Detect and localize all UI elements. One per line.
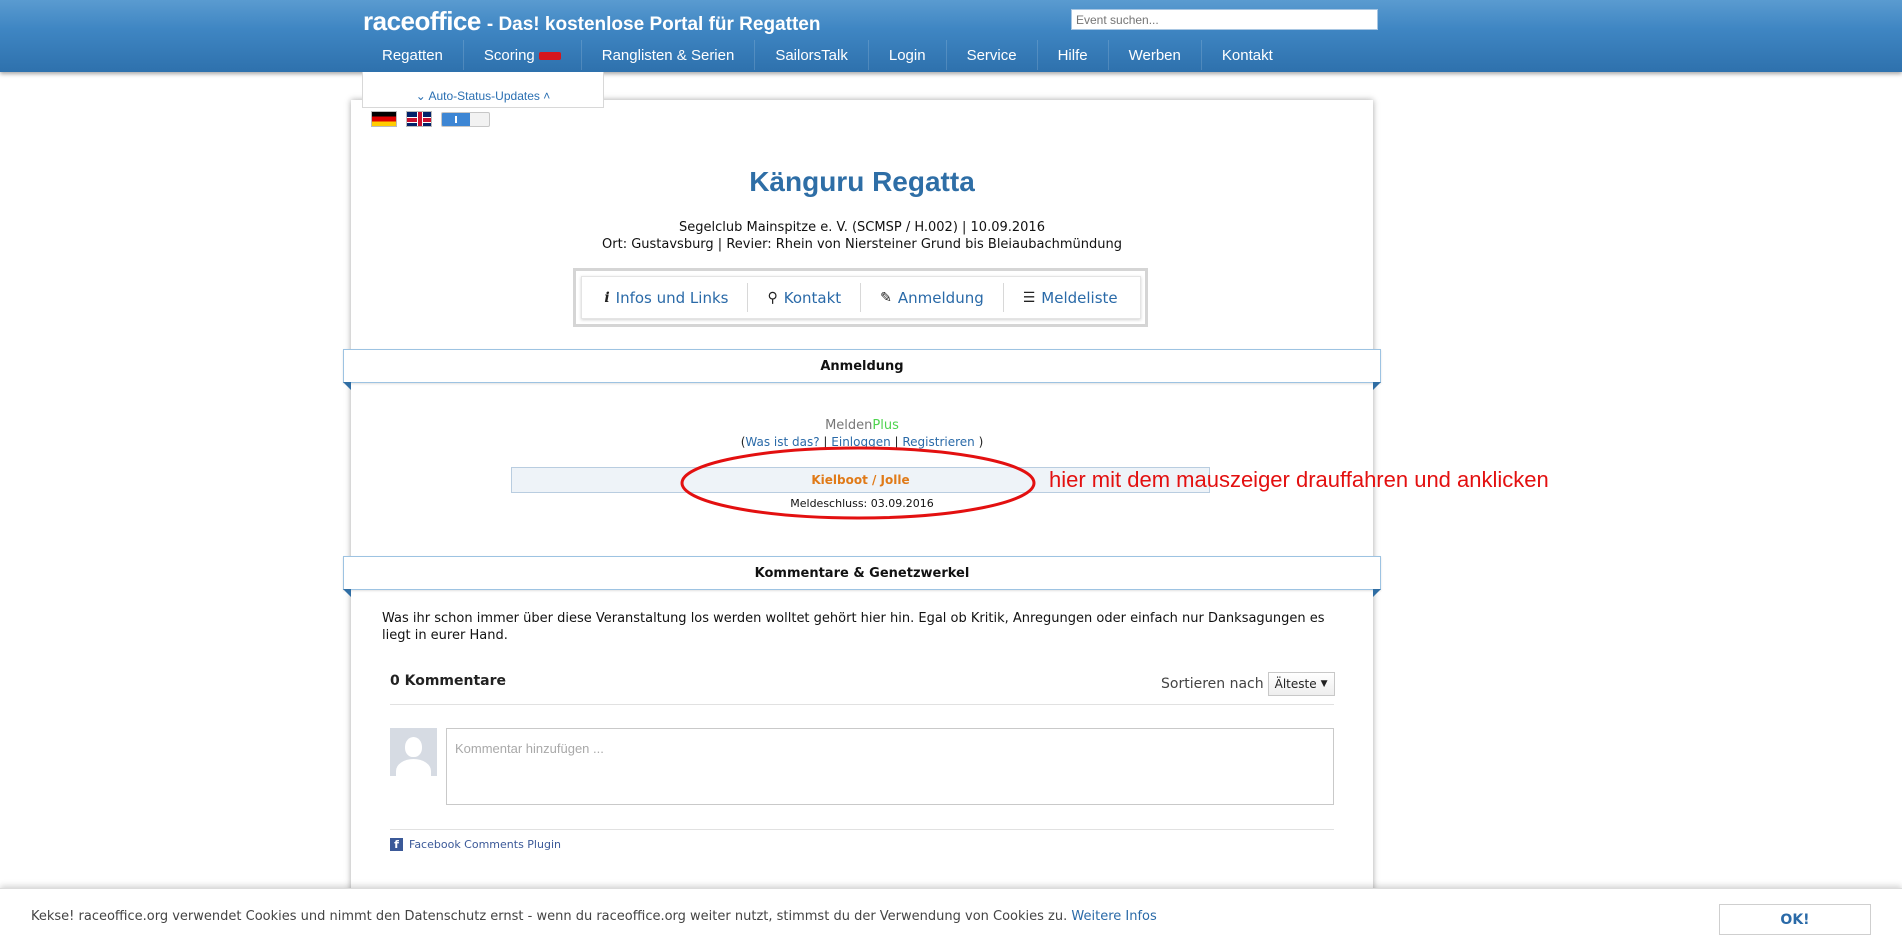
settings-toggle[interactable] [441,111,490,127]
cookie-banner: Kekse! raceoffice.org verwendet Cookies … [0,888,1902,945]
nav-label: Kontakt [1221,46,1273,64]
tab-label: Infos und Links [615,288,729,307]
main-nav: Regatten Scoring Ranglisten & Serien Sai… [362,40,1293,70]
nav-regatten[interactable]: Regatten [362,40,464,70]
nav-ranglisten[interactable]: Ranglisten & Serien [582,40,756,70]
nav-werben[interactable]: Werben [1109,40,1202,70]
section-header-anmeldung: Anmeldung [343,349,1381,390]
comment-count: 0 Kommentare [390,673,507,689]
nav-service[interactable]: Service [947,40,1038,70]
nav-label: SailorsTalk [775,46,848,64]
new-badge [538,52,561,60]
melden-plus-logo[interactable]: MeldenPlus [351,418,1373,433]
plugin-label: Facebook Comments Plugin [409,838,561,851]
german-flag-icon[interactable] [371,111,397,127]
info-icon: i [604,289,610,306]
event-search-input[interactable] [1071,9,1378,30]
auto-status-toggle[interactable]: ⌄ Auto-Status-Updates ˄ [362,72,604,108]
language-switcher [371,111,490,127]
auto-status-label: Auto-Status-Updates [428,89,540,103]
cookie-notice: Kekse! raceoffice.org verwendet Cookies … [31,909,1157,924]
facebook-plugin-link[interactable]: f Facebook Comments Plugin [390,838,561,851]
plus-text: Plus [872,418,899,433]
caret-down-icon: ▼ [1320,679,1328,689]
tab-label: Meldeliste [1041,288,1118,307]
event-tabs: i Infos und Links ⚲ Kontakt ✎ Anmeldung … [581,276,1141,319]
cookie-ok-button[interactable]: OK! [1719,904,1871,935]
nav-label: Service [966,46,1017,64]
nav-login[interactable]: Login [869,40,947,70]
list-icon: ☰ [1022,289,1036,306]
brand-name: raceoffice [363,6,481,36]
nav-scoring[interactable]: Scoring [464,40,582,70]
pencil-icon: ✎ [880,289,892,306]
pin-icon: ⚲ [767,289,778,306]
event-title: Känguru Regatta [749,166,975,197]
comments-description: Was ihr schon immer über diese Veranstal… [382,611,1325,643]
facebook-icon: f [390,838,403,851]
section-title: Kommentare & Genetzwerkel [754,565,970,581]
section-header-kommentare: Kommentare & Genetzwerkel [343,556,1381,597]
sort-dropdown[interactable]: Älteste ▼ [1267,672,1335,696]
nav-label: Regatten [382,46,443,64]
nav-kontakt[interactable]: Kontakt [1202,40,1293,70]
nav-label: Login [888,46,926,64]
avatar [390,728,437,776]
brand-tagline: - Das! kostenlose Portal für Regatten [486,14,821,35]
top-header: raceoffice - Das! kostenlose Portal für … [0,0,1902,72]
tab-meldeliste[interactable]: ☰ Meldeliste [1004,283,1137,312]
cookie-text: Kekse! raceoffice.org verwendet Cookies … [31,909,1068,924]
sort-label: Sortieren nach [1161,676,1264,692]
tab-kontakt[interactable]: ⚲ Kontakt [748,283,862,312]
tab-label: Anmeldung [897,288,984,307]
nav-label: Hilfe [1057,46,1088,64]
event-organizer-date: Segelclub Mainspitze e. V. (SCMSP / H.00… [679,220,1045,235]
section-title: Anmeldung [820,358,904,374]
chevron-up-icon: ˄ [543,89,551,103]
sort-control: Sortieren nach Älteste ▼ [1161,672,1335,696]
annotation-text: hier mit dem mauszeiger drauffahren und … [1049,467,1549,492]
sort-value: Älteste [1274,677,1317,691]
melden-text: Melden [825,418,873,433]
tab-anmeldung[interactable]: ✎ Anmeldung [861,283,1004,312]
tab-infos[interactable]: i Infos und Links [585,283,749,312]
cookie-more-info-link[interactable]: Weitere Infos [1071,909,1156,924]
divider [390,829,1334,830]
nav-label: Werben [1128,46,1181,64]
nav-label: Scoring [483,46,535,64]
comment-input[interactable]: Kommentar hinzufügen ... [446,728,1334,805]
nav-label: Ranglisten & Serien [601,46,735,64]
tab-label: Kontakt [783,288,842,307]
nav-hilfe[interactable]: Hilfe [1038,40,1109,70]
chevron-down-icon: ⌄ [415,89,426,103]
divider [390,704,1334,705]
site-logo[interactable]: raceoffice - Das! kostenlose Portal für … [363,6,821,36]
english-flag-icon[interactable] [406,111,432,127]
nav-sailorstalk[interactable]: SailorsTalk [755,40,869,70]
annotation-ellipse [680,446,1036,520]
event-location: Ort: Gustavsburg | Revier: Rhein von Nie… [602,237,1122,252]
